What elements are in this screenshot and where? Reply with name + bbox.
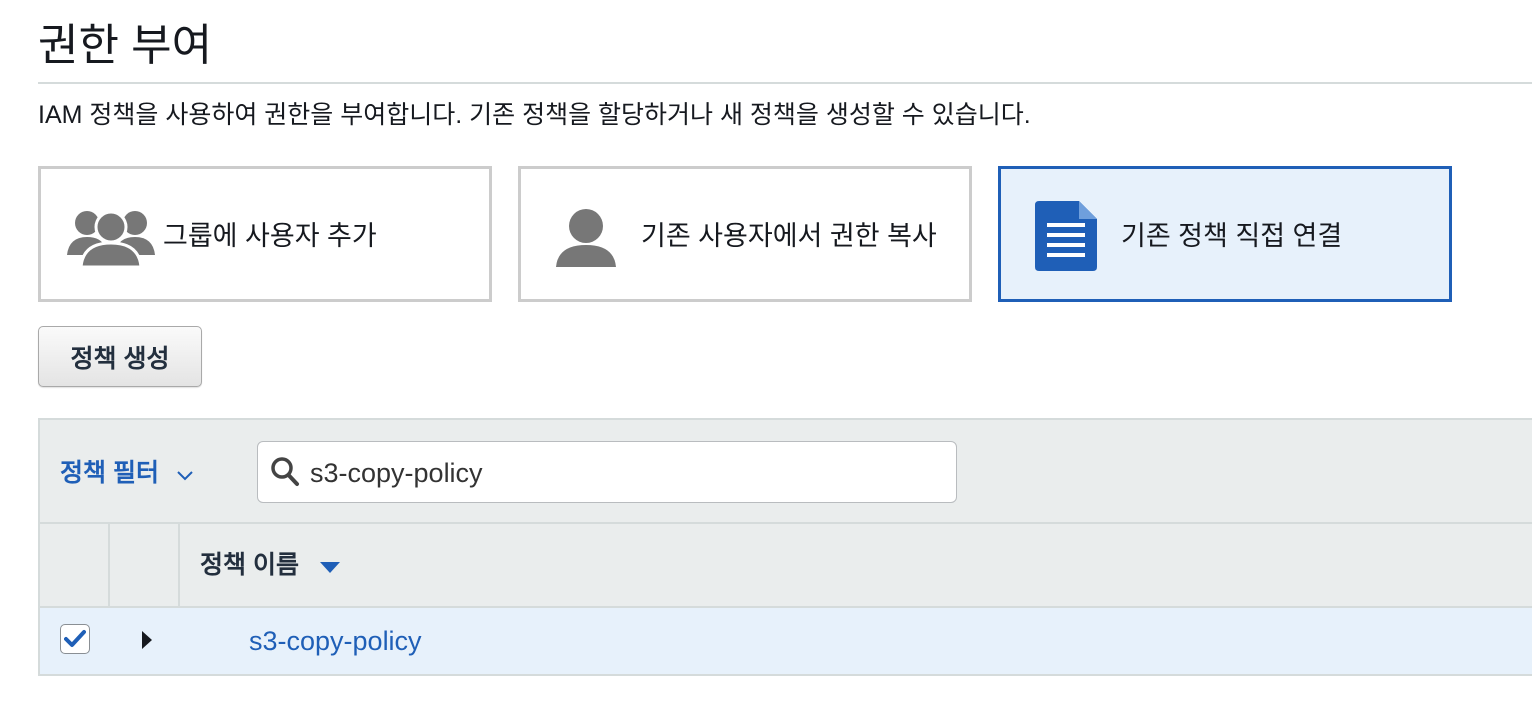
chevron-down-icon [176,457,194,491]
option-add-user-to-group[interactable]: 그룹에 사용자 추가 [38,166,492,302]
create-policy-button[interactable]: 정책 생성 [38,326,202,387]
column-header-label: 정책 이름 [200,551,299,579]
page-description: IAM 정책을 사용하여 권한을 부여합니다. 기존 정책을 할당하거나 새 정… [38,101,1031,129]
column-divider [108,524,110,608]
user-icon [555,207,617,272]
table-header: 정책 이름 [38,522,1532,608]
option-label: 기존 정책 직접 연결 [1121,221,1343,251]
policy-filter-label: 정책 필터 [60,459,159,487]
page-title: 권한 부여 [38,21,213,70]
row-checkbox[interactable] [60,624,90,654]
search-icon [270,456,300,493]
policies-panel: 정책 필터 정책 이름 [38,418,1532,676]
table-row[interactable]: s3-copy-policy [38,608,1532,676]
search-box[interactable] [257,441,957,503]
column-header-policy-name[interactable]: 정책 이름 [200,548,340,583]
filter-bar: 정책 필터 [38,418,1532,524]
option-copy-permissions[interactable]: 기존 사용자에서 권한 복사 [518,166,972,302]
option-label: 기존 사용자에서 권한 복사 [641,221,937,251]
expand-caret-icon[interactable] [140,630,154,655]
column-divider [178,524,180,608]
option-label: 그룹에 사용자 추가 [163,221,377,251]
title-divider [38,82,1532,84]
search-input[interactable] [308,450,932,496]
checkmark-icon [64,630,86,647]
policy-name-link[interactable]: s3-copy-policy [249,624,422,658]
document-icon [1035,201,1097,276]
policy-filter-dropdown[interactable]: 정책 필터 [60,456,194,491]
group-icon [65,205,157,272]
option-attach-existing-policy[interactable]: 기존 정책 직접 연결 [998,166,1452,302]
sort-caret-down-icon [319,549,340,583]
